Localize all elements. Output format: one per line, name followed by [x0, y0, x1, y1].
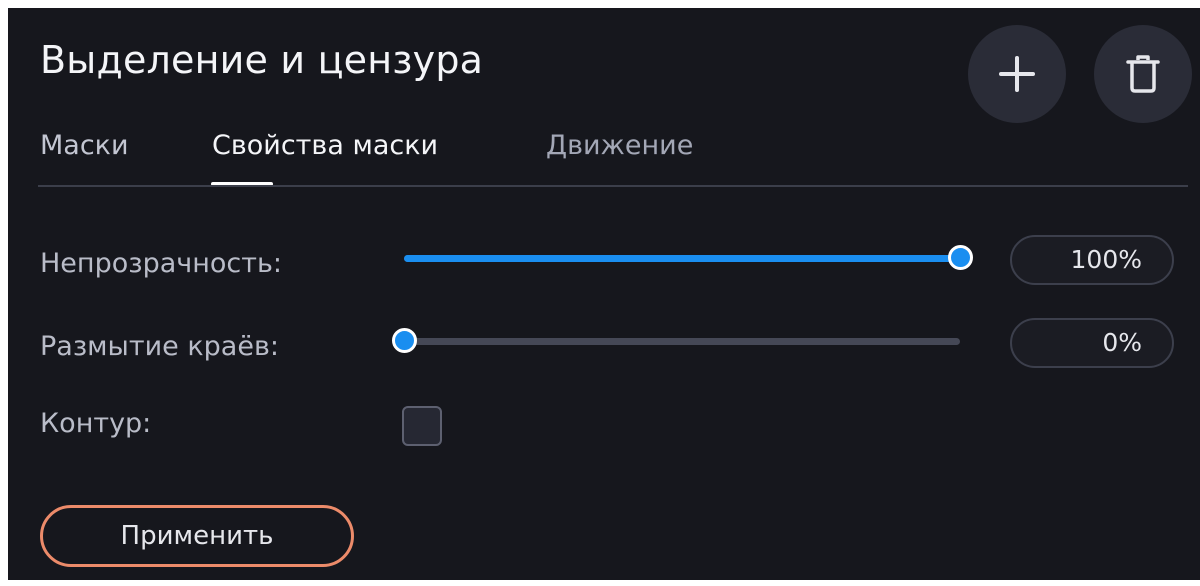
add-mask-button[interactable]: [968, 25, 1066, 123]
opacity-value-field[interactable]: 100%: [1010, 235, 1174, 285]
tab-mask-properties[interactable]: Свойства маски: [212, 130, 438, 161]
tab-motion[interactable]: Движение: [546, 130, 693, 161]
feather-value-field[interactable]: 0%: [1010, 318, 1174, 368]
feather-label: Размытие краёв:: [40, 331, 279, 362]
feather-slider-handle[interactable]: [392, 328, 417, 353]
delete-mask-button[interactable]: [1094, 25, 1192, 123]
tab-masks[interactable]: Маски: [40, 130, 129, 161]
plus-icon: [999, 56, 1035, 92]
feather-slider[interactable]: [392, 326, 960, 356]
opacity-slider[interactable]: [404, 243, 973, 273]
panel-title: Выделение и цензура: [40, 38, 484, 82]
tabs-divider: [38, 185, 1188, 187]
apply-button[interactable]: Применить: [40, 505, 354, 567]
highlight-censor-panel: Выделение и цензура Маски Свойства маски…: [8, 8, 1200, 580]
trash-icon: [1126, 55, 1160, 93]
opacity-label: Непрозрачность:: [40, 248, 282, 279]
outline-checkbox[interactable]: [402, 406, 442, 446]
opacity-slider-handle[interactable]: [948, 245, 973, 270]
feather-slider-track: [404, 338, 960, 345]
outline-label: Контур:: [40, 408, 152, 439]
opacity-slider-fill: [404, 255, 960, 262]
